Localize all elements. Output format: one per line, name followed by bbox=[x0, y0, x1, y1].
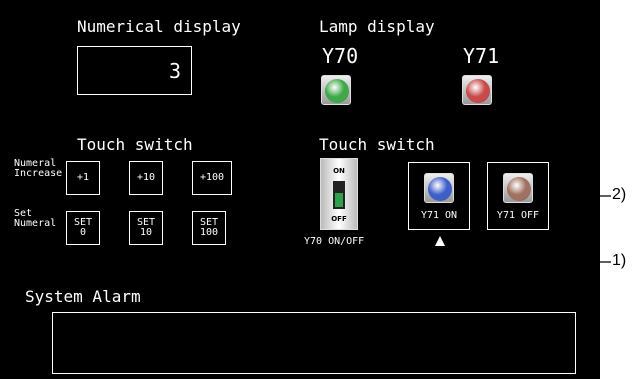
annotation-lines bbox=[435, 195, 611, 263]
annotation-1: 1) bbox=[612, 252, 627, 269]
annotation-arrow-1 bbox=[435, 236, 445, 246]
annotation-2: 2) bbox=[612, 186, 627, 203]
annotation-line-1 bbox=[439, 243, 611, 263]
